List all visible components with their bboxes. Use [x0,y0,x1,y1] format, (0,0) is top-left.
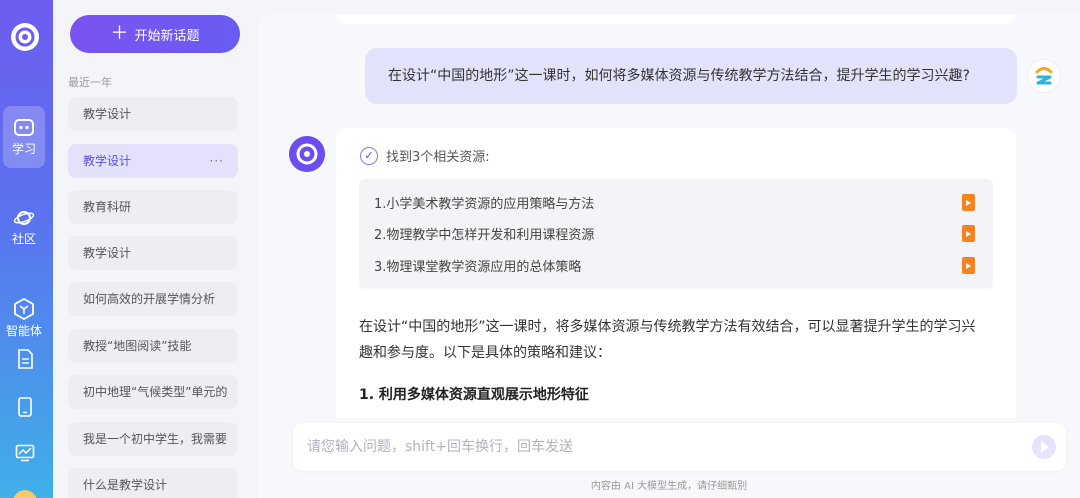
new-topic-button[interactable]: ＋ 开始新话题 [70,15,240,53]
found-label: 找到3个相关资源: [386,150,490,165]
history-item[interactable]: 初中地理“气候类型”单元的 [68,375,238,409]
new-topic-label: 开始新话题 [134,28,200,44]
rail-item-agent[interactable]: 智能体 [1,298,47,339]
resource-link[interactable]: 2.物理教学中怎样开发和利用课程资源 [374,224,594,243]
history-item-label: 初中地理“气候类型”单元的 [83,385,228,399]
history-item-active[interactable]: 教学设计 ··· [68,144,238,178]
resource-link[interactable]: 3.物理课堂教学资源应用的总体策略 [374,256,581,275]
found-resources: ✓ 找到3个相关资源: [360,146,490,165]
history-item[interactable]: 教育科研 [68,190,238,224]
file-icon[interactable] [962,225,975,242]
resource-list: 1.小学美术教学资源的应用策略与方法 2.物理教学中怎样开发和利用课程资源 3.… [359,179,993,289]
document-icon[interactable] [16,349,34,369]
left-rail: 学习 社区 智能体 [0,0,53,498]
history-item[interactable]: 教学设计 [68,236,238,270]
answer-heading: 1. 利用多媒体资源直观展示地形特征 [359,387,589,403]
history-item[interactable]: 教学设计 [68,97,238,131]
history-item-label: 教育科研 [83,200,132,214]
history-item-label: 什么是教学设计 [83,478,168,492]
chat-area: 在设计“中国的地形”这一课时，如何将多媒体资源与传统教学方法结合，提升学生的学习… [258,14,1080,498]
rail-label-study: 学习 [11,142,36,156]
history-item-label: 教学设计 [83,107,132,121]
rail-item-community[interactable]: 社区 [3,208,45,247]
history-item[interactable]: 我是一个初中学生，我需要 [68,422,238,456]
assistant-avatar [289,136,325,172]
hexagon-agent-icon [14,298,34,320]
user-message-bubble: 在设计“中国的地形”这一课时，如何将多媒体资源与传统教学方法结合，提升学生的学习… [365,48,1017,104]
history-item-label: 教学设计 [83,154,132,168]
chart-icon[interactable] [15,444,35,462]
answer-paragraph: 在设计“中国的地形”这一课时，将多媒体资源与传统教学方法有效结合，可以显著提升学… [359,319,976,361]
planet-icon [13,211,35,225]
resource-link[interactable]: 1.小学美术教学资源的应用策略与方法 [374,193,594,212]
send-icon[interactable] [1032,435,1056,459]
chat-bot-icon [14,119,34,136]
history-sidebar: ＋ 开始新话题 最近一年 教学设计 教学设计 ··· 教育科研 教学设计 如何高… [53,0,258,498]
question-input[interactable] [307,423,1007,471]
plus-icon: ＋ [110,23,129,44]
more-options-icon[interactable]: ··· [210,144,224,178]
user-avatar[interactable] [1028,60,1060,92]
rail-label-community: 社区 [11,232,36,246]
rail-label-agent: 智能体 [5,324,42,338]
tablet-icon[interactable] [17,397,33,417]
history-item-label: 教学设计 [83,246,132,260]
file-icon[interactable] [962,257,975,274]
history-item-label: 如何高效的开展学情分析 [83,292,216,306]
file-icon[interactable] [962,194,975,211]
history-item[interactable]: 如何高效的开展学情分析 [68,282,238,316]
question-input-box[interactable] [293,423,1066,471]
rail-item-study[interactable]: 学习 [3,106,45,168]
history-item[interactable]: 什么是教学设计 [68,468,238,498]
ai-disclaimer: 内容由 AI 大模型生成，请仔细甄别 [590,481,748,492]
history-item-label: 教授“地图阅读”技能 [83,339,192,353]
check-icon: ✓ [360,146,378,165]
assistant-answer-card: ✓ 找到3个相关资源: 1.小学美术教学资源的应用策略与方法 2.物理教学中怎样… [336,128,1016,418]
history-item-label: 我是一个初中学生，我需要 [83,432,228,446]
history-item[interactable]: 教授“地图阅读”技能 [68,329,238,363]
user-avatar-small[interactable] [13,490,37,498]
app-logo-icon[interactable] [8,20,42,54]
section-label: 最近一年 [68,76,112,89]
previous-message-card [336,14,1016,24]
